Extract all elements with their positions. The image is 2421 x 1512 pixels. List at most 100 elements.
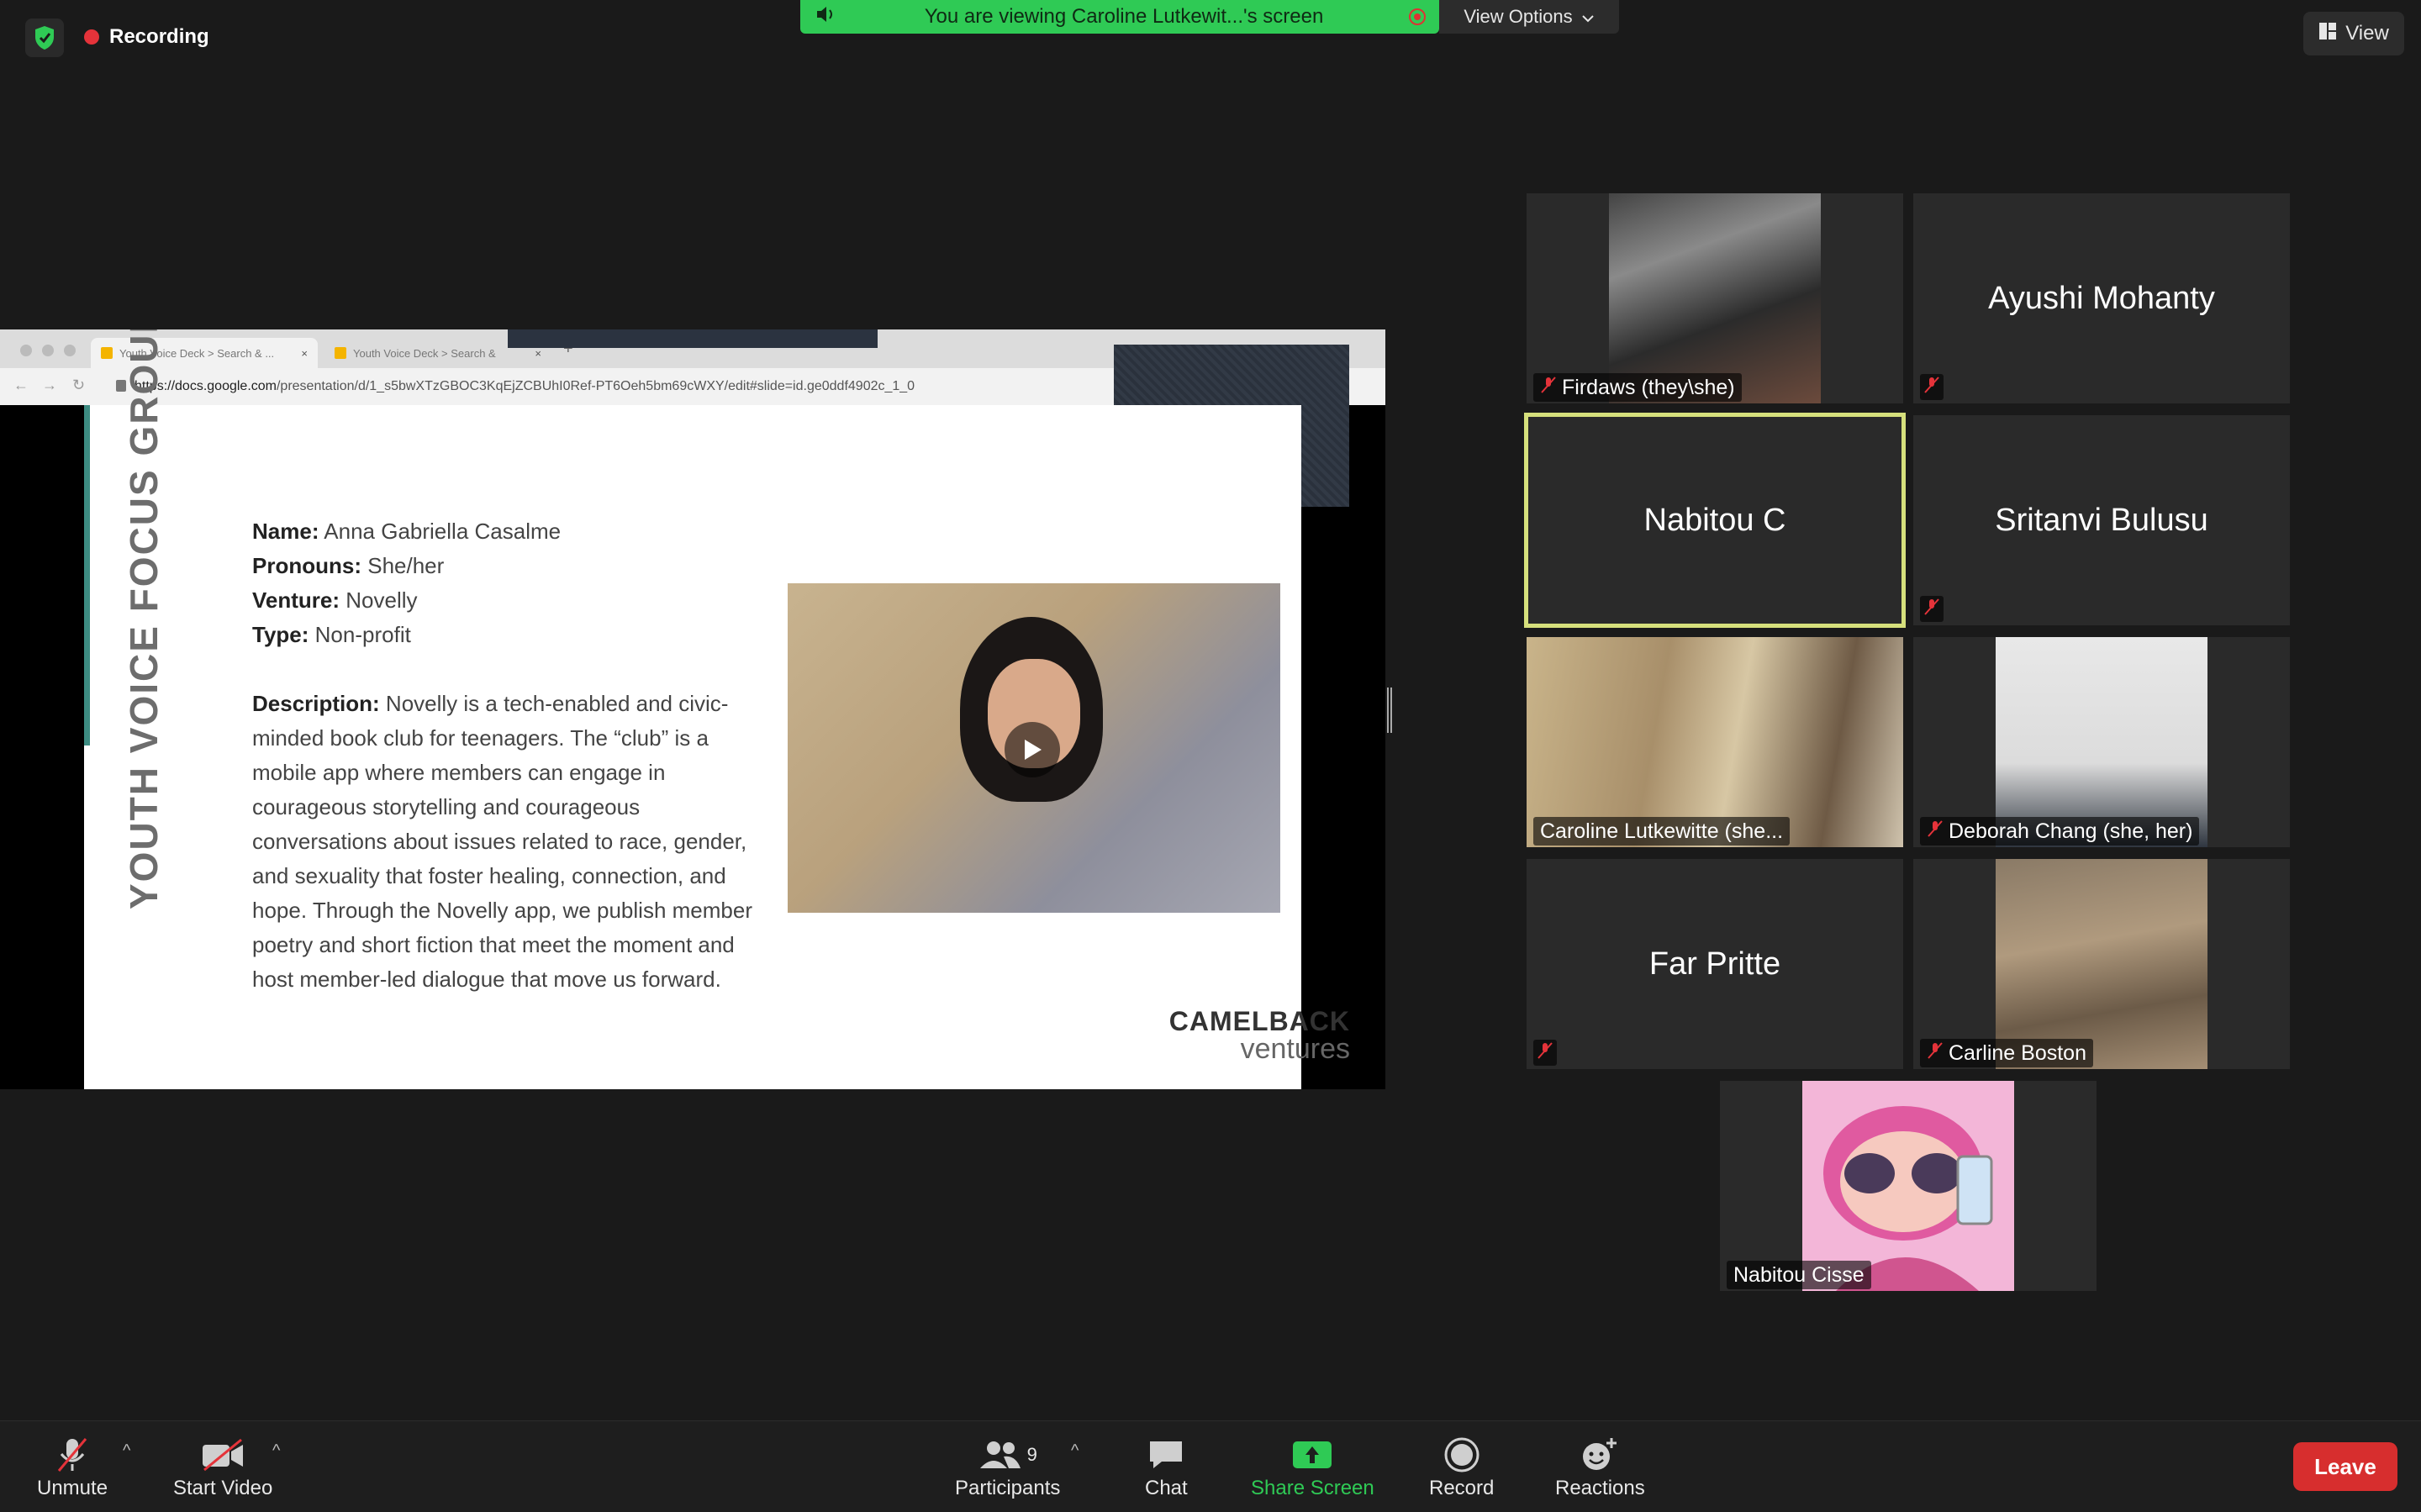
participant-tile[interactable]: Sritanvi Bulusu — [1913, 415, 2290, 625]
pronouns-row: Pronouns: She/her — [252, 549, 773, 583]
share-screen-button[interactable]: Share Screen — [1251, 1433, 1374, 1500]
chat-icon — [1147, 1433, 1185, 1477]
start-video-button[interactable]: Start Video — [173, 1433, 272, 1500]
slide-vertical-title: YOUTH VOICE FOCUS GROUP — [84, 329, 168, 1089]
reactions-button[interactable]: Reactions — [1555, 1433, 1645, 1500]
reactions-icon — [1580, 1433, 1620, 1477]
record-icon — [1443, 1433, 1480, 1477]
video-off-icon — [199, 1433, 246, 1477]
pronouns-label: Pronouns: — [252, 553, 361, 578]
description-row: Description: Novelly is a tech-enabled a… — [252, 687, 773, 997]
type-value: Non-profit — [314, 622, 411, 647]
muted-mic-icon — [1533, 1040, 1557, 1066]
share-screen-label: Share Screen — [1251, 1477, 1374, 1499]
view-button[interactable]: View — [2303, 12, 2404, 55]
slide-info-block: Name: Anna Gabriella Casalme Pronouns: S… — [252, 514, 773, 997]
name-label: Name: — [252, 519, 319, 544]
participants-button[interactable]: 9 Participants — [955, 1433, 1060, 1500]
play-icon[interactable] — [1005, 722, 1060, 777]
split-divider-handle[interactable] — [1387, 688, 1392, 733]
start-video-label: Start Video — [173, 1477, 273, 1499]
muted-mic-icon — [54, 1433, 91, 1477]
chevron-up-icon[interactable]: ^ — [272, 1441, 280, 1461]
participant-name: Sritanvi Bulusu — [1995, 502, 2208, 538]
participant-name: Nabitou C — [1643, 502, 1786, 538]
camelback-logo: CAMELBACK ventures — [1135, 1006, 1350, 1065]
chevron-down-icon — [1581, 6, 1595, 28]
view-options-button[interactable]: View Options — [1439, 0, 1619, 34]
type-label: Type: — [252, 622, 309, 647]
window-controls — [20, 345, 76, 356]
speaker-icon — [815, 5, 839, 29]
participant-tile[interactable]: Ayushi Mohanty — [1913, 193, 2290, 403]
view-options-label: View Options — [1464, 6, 1573, 27]
muted-mic-icon — [1920, 374, 1944, 400]
name-row: Name: Anna Gabriella Casalme — [252, 514, 773, 549]
record-label: Record — [1429, 1477, 1495, 1499]
muted-mic-icon — [1927, 1041, 1944, 1066]
name-value: Anna Gabriella Casalme — [324, 519, 562, 544]
venture-row: Venture: Novelly — [252, 583, 773, 618]
grid-view-icon — [2318, 22, 2337, 46]
chevron-up-icon[interactable]: ^ — [123, 1441, 130, 1461]
participant-video — [1802, 1081, 2014, 1291]
participant-name-label: Nabitou Cisse — [1727, 1261, 1871, 1289]
participant-tile-active-speaker[interactable]: Nabitou C — [1524, 413, 1906, 628]
muted-mic-icon — [1927, 819, 1944, 844]
participant-tile[interactable]: Carline Boston — [1913, 859, 2290, 1069]
pronouns-value: She/her — [367, 553, 445, 578]
chevron-up-icon[interactable]: ^ — [1071, 1441, 1079, 1461]
participant-name: Caroline Lutkewitte (she... — [1540, 819, 1784, 843]
reactions-label: Reactions — [1555, 1477, 1645, 1499]
record-button[interactable]: Record — [1429, 1433, 1494, 1500]
hidden-region — [508, 329, 878, 348]
participant-tile[interactable]: Caroline Lutkewitte (she... — [1527, 637, 1903, 847]
recording-indicator[interactable]: Recording — [84, 20, 209, 54]
reload-icon[interactable]: ↻ — [72, 377, 85, 394]
url-path: /presentation/d/1_s5bwXTzGBOC3KqEjZCBUhI… — [276, 379, 915, 393]
participant-name: Far Pritte — [1648, 946, 1781, 982]
chat-button[interactable]: Chat — [1145, 1433, 1188, 1500]
participant-name: Deborah Chang (she, her) — [1949, 819, 2193, 843]
banner-text: You are viewing Caroline Lutkewit...'s s… — [924, 5, 1324, 28]
participant-name-label: Deborah Chang (she, her) — [1920, 817, 2200, 846]
participant-name: Carline Boston — [1949, 1040, 2086, 1065]
back-icon[interactable]: ← — [13, 377, 29, 394]
participant-video — [1996, 637, 2207, 847]
browser-tab-2-label: Youth Voice Deck > Search & — [353, 346, 496, 360]
shared-screen[interactable]: Youth Voice Deck > Search & ... × Youth … — [0, 329, 1385, 1089]
participant-tile[interactable]: Nabitou Cisse — [1720, 1081, 2097, 1291]
description-value: Novelly is a tech-enabled and civic-mind… — [252, 691, 752, 992]
embedded-video[interactable] — [788, 583, 1280, 913]
avatar-illustration — [1823, 1106, 1993, 1291]
participant-name: Ayushi Mohanty — [1988, 280, 2215, 316]
participants-label: Participants — [955, 1477, 1061, 1499]
muted-mic-icon — [1540, 376, 1557, 400]
forward-icon[interactable]: → — [42, 377, 57, 394]
vertical-title-text: YOUTH VOICE FOCUS GROUP — [122, 329, 166, 909]
close-icon[interactable]: × — [301, 347, 308, 360]
participant-count: 9 — [1026, 1444, 1037, 1465]
participants-icon: 9 — [978, 1433, 1037, 1477]
participant-tile[interactable]: Deborah Chang (she, her) — [1913, 637, 2290, 847]
meeting-toolbar: Unmute ^ Start Video ^ 9 Participants ^ … — [0, 1420, 2421, 1512]
participant-name-label: Firdaws (they\she) — [1533, 373, 1742, 402]
participant-tile[interactable]: Far Pritte — [1527, 859, 1903, 1069]
participant-tile[interactable]: Firdaws (they\she) — [1527, 193, 1903, 403]
venture-label: Venture: — [252, 587, 340, 613]
participant-name-label: Carline Boston — [1920, 1039, 2093, 1067]
logo-line2: ventures — [1240, 1033, 1350, 1065]
security-shield-icon[interactable] — [25, 18, 64, 57]
screen-share-banner: You are viewing Caroline Lutkewit...'s s… — [800, 0, 1439, 34]
view-label: View — [2345, 22, 2389, 45]
unmute-button[interactable]: Unmute — [37, 1433, 108, 1500]
description-label: Description: — [252, 691, 380, 716]
close-icon[interactable]: × — [535, 347, 541, 360]
participant-video — [1996, 859, 2207, 1069]
url-text[interactable]: https://docs.google.com/presentation/d/1… — [134, 375, 915, 398]
stop-icon[interactable] — [1409, 8, 1426, 25]
participant-name: Firdaws (they\she) — [1562, 375, 1735, 399]
slides-favicon-icon — [101, 347, 113, 359]
leave-button[interactable]: Leave — [2293, 1442, 2397, 1491]
venture-value: Novelly — [345, 587, 418, 613]
